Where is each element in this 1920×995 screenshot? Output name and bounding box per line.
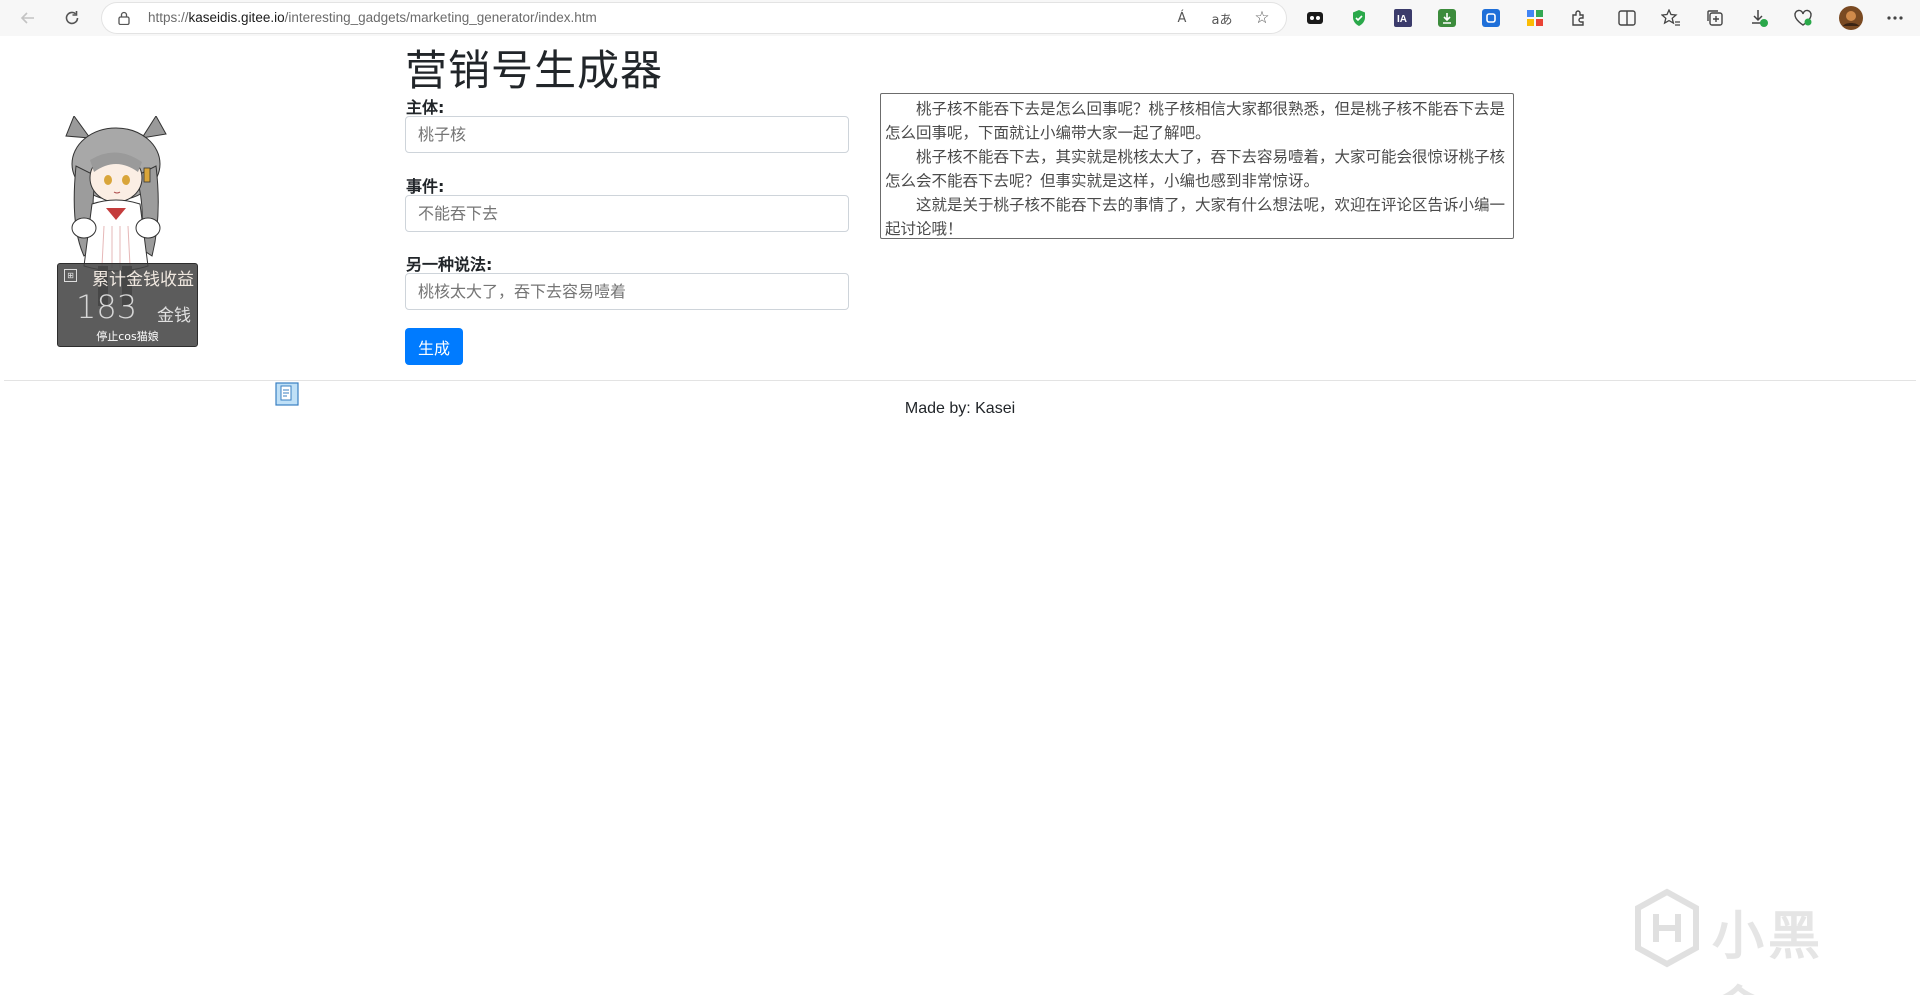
output-paragraph: 桃子核不能吞下去，其实就是桃核太大了，吞下去容易噎着，大家可能会很惊讶桃子核怎么… [885, 148, 1506, 190]
extension-ia-icon[interactable]: IA [1392, 7, 1414, 29]
money-unit: 金钱 [157, 306, 191, 326]
more-menu-icon[interactable] [1884, 7, 1906, 29]
extension-square-icon[interactable] [1480, 7, 1502, 29]
url-host: kaseidis.gitee.io [188, 10, 285, 25]
address-bar[interactable]: https://kaseidis.gitee.io/interesting_ga… [102, 3, 1286, 33]
browser-toolbar: https://kaseidis.gitee.io/interesting_ga… [0, 0, 1920, 36]
star-icon[interactable]: ☆ [1250, 7, 1274, 29]
generate-button[interactable]: 生成 [405, 328, 463, 365]
extension-mask-icon[interactable] [1304, 7, 1326, 29]
event-label: 事件: [406, 177, 445, 196]
stop-cos-button[interactable]: 停止cos猫娘 [58, 328, 197, 344]
divider [4, 380, 1916, 381]
url-text: https://kaseidis.gitee.io/interesting_ga… [148, 3, 597, 33]
generated-output-box[interactable]: 桃子核不能吞下去是怎么回事呢？桃子核相信大家都很熟悉，但是桃子核不能吞下去是怎么… [880, 93, 1514, 239]
footer-credit: Made by: Kasei [904, 400, 1016, 417]
alt-expression-input[interactable] [405, 273, 849, 310]
performance-heart-icon[interactable] [1792, 7, 1814, 29]
translate-glyph: aあ [1211, 12, 1233, 28]
favorites-icon[interactable] [1660, 7, 1682, 29]
url-path: /interesting_gadgets/marketing_generator… [284, 10, 597, 25]
collections-icon[interactable] [1704, 7, 1726, 29]
extension-shield-icon[interactable] [1348, 7, 1370, 29]
page-title: 营销号生成器 [405, 46, 664, 95]
back-icon[interactable] [14, 4, 42, 32]
refresh-icon[interactable] [58, 4, 86, 32]
profile-avatar[interactable] [1838, 5, 1864, 31]
panel-title: 累计金钱收益 [92, 270, 194, 290]
money-counter-panel: ⊞ 累计金钱收益 183 金钱 停止cos猫娘 [57, 263, 198, 347]
subject-input[interactable] [405, 116, 849, 153]
read-aloud-icon[interactable]: Á [1170, 7, 1194, 29]
watermark-text: 小黑盒 [1712, 907, 1825, 995]
extensions-puzzle-icon[interactable] [1568, 7, 1590, 29]
money-count: 183 [76, 288, 138, 326]
page-viewport: ⊞ 累计金钱收益 183 金钱 停止cos猫娘 营销号生成器 主体: 事件: 另… [4, 36, 1916, 995]
xiaoheihe-logo-icon [1635, 888, 1699, 968]
read-aloud-glyph: Á [1177, 10, 1187, 26]
xiaoheihe-watermark: 小黑盒 [1632, 888, 1872, 995]
extension-apps-icon[interactable] [1524, 7, 1546, 29]
subject-label: 主体: [406, 98, 445, 117]
extension-download-icon[interactable] [1436, 7, 1458, 29]
event-input[interactable] [405, 195, 849, 232]
split-screen-icon[interactable] [1616, 7, 1638, 29]
panel-toggle-icon[interactable]: ⊞ [64, 269, 77, 282]
translate-icon[interactable]: aあ [1210, 7, 1234, 29]
downloads-icon[interactable] [1748, 7, 1770, 29]
output-paragraph: 这就是关于桃子核不能吞下去的事情了，大家有什么想法呢，欢迎在评论区告诉小编一起讨… [885, 196, 1506, 238]
alt-expression-label: 另一种说法: [406, 255, 493, 274]
lock-icon [118, 11, 130, 25]
url-prefix: https:// [148, 10, 189, 25]
svg-text:IA: IA [1397, 14, 1407, 25]
output-paragraph: 桃子核不能吞下去是怎么回事呢？桃子核相信大家都很熟悉，但是桃子核不能吞下去是怎么… [885, 100, 1506, 142]
